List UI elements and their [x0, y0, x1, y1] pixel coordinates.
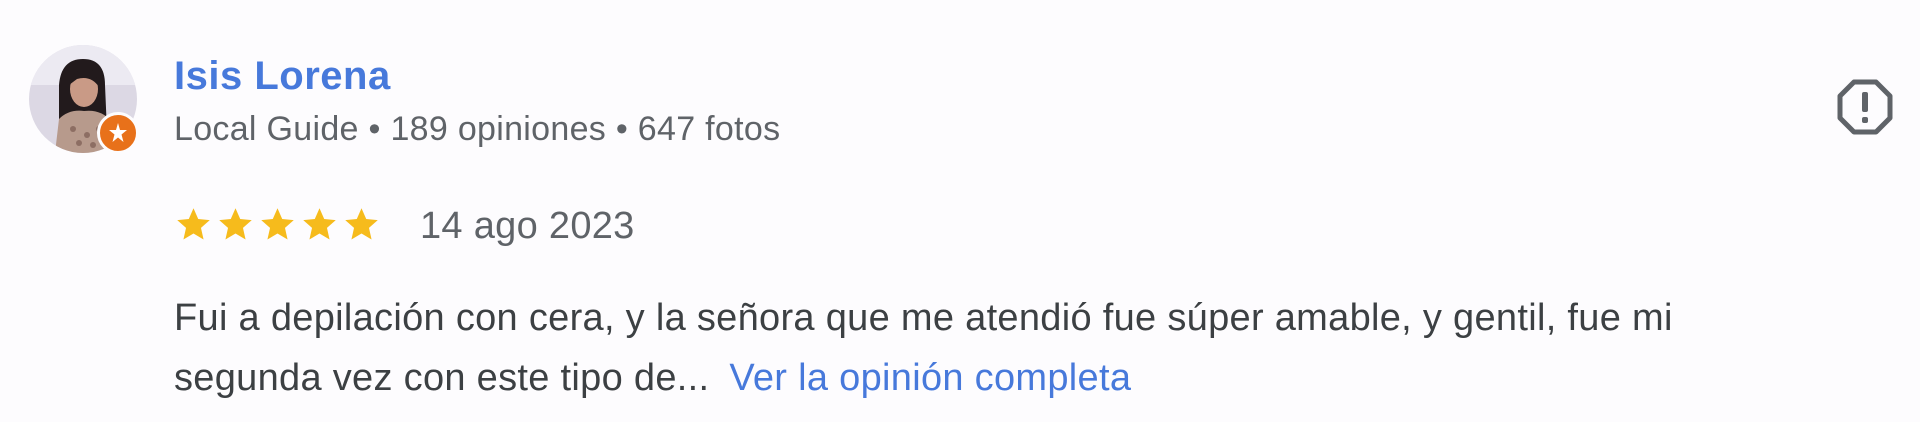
- report-icon[interactable]: [1836, 78, 1894, 136]
- review-text-line: Fui a depilación con cera, y la señora q…: [174, 297, 1673, 339]
- star-icon: [303, 208, 336, 240]
- review-text-excerpt: segunda vez con este tipo de...: [174, 357, 710, 399]
- star-icon: [261, 208, 294, 240]
- star-rating: [174, 205, 381, 249]
- local-guide-badge-icon: [97, 112, 139, 154]
- reviewer-meta: Local Guide • 189 opiniones • 647 fotos: [174, 110, 781, 148]
- star-icon: [345, 208, 378, 240]
- read-full-review-link[interactable]: Ver la opinión completa: [729, 357, 1131, 399]
- reviewer-name[interactable]: Isis Lorena: [174, 52, 391, 100]
- review-card: Isis Lorena Local Guide • 189 opiniones …: [0, 0, 1920, 422]
- review-text-line: segunda vez con este tipo de... Ver la op…: [174, 348, 1894, 408]
- review-text: Fui a depilación con cera, y la señora q…: [174, 288, 1894, 408]
- star-icon: [219, 208, 252, 240]
- star-icon: [177, 208, 210, 240]
- review-date: 14 ago 2023: [420, 205, 635, 247]
